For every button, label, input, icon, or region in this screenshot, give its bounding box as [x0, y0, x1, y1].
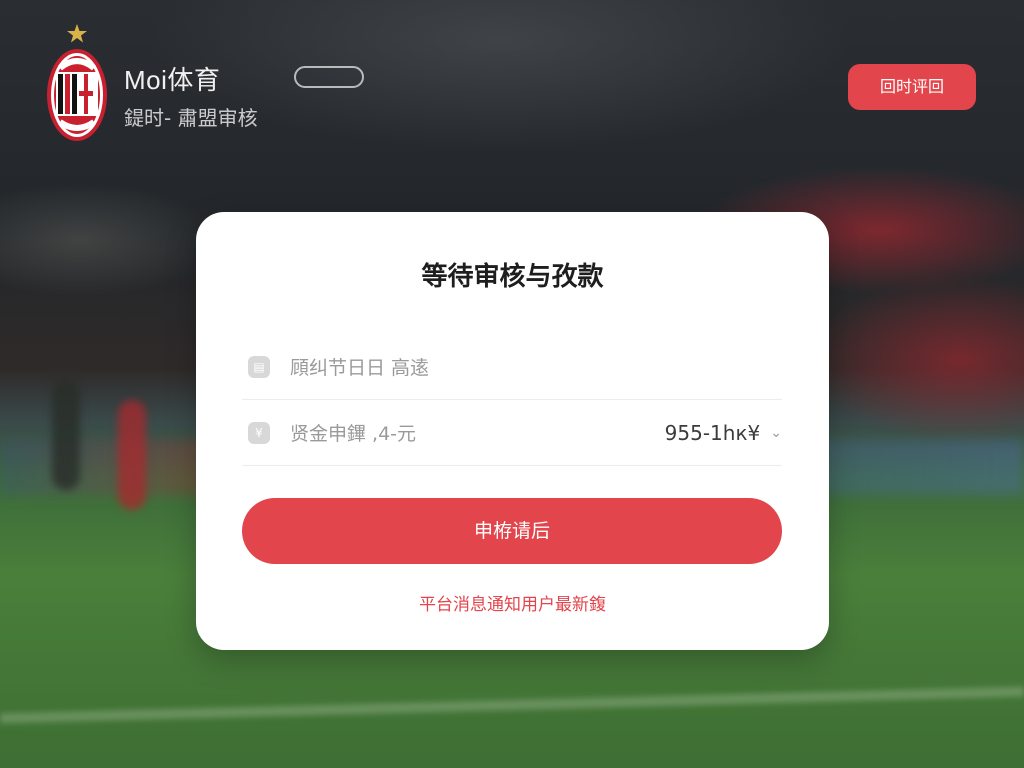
amount-value: 955-1hк¥: [664, 420, 761, 445]
submit-button[interactable]: 申栫请后: [242, 498, 782, 564]
amount-row[interactable]: ¥ 贤金申鏎 ,4-元 955-1hк¥ ⌄: [242, 400, 782, 466]
player-silhouette: [118, 400, 146, 510]
top-right-button[interactable]: 回时评回: [848, 64, 976, 110]
notice-link[interactable]: 平台消息通知用户最新鍑: [196, 590, 829, 615]
money-bag-icon: ¥: [248, 421, 270, 444]
info-row[interactable]: ▤ 頋纠节日日 高逺: [242, 334, 782, 400]
player-silhouette: [52, 380, 80, 490]
pitch-line: [0, 686, 1024, 724]
chevron-down-icon[interactable]: ⌄: [770, 425, 782, 441]
review-card: 等待审核与孜款 ▤ 頋纠节日日 高逺 ¥ 贤金申鏎 ,4-元 955-1hк¥ …: [196, 212, 829, 650]
id-card-icon: ▤: [248, 355, 270, 378]
brand-subtitle: 鍉时- 肅盟审核: [124, 106, 258, 130]
brand-badge: [294, 66, 364, 88]
info-row-label: 頋纠节日日 高逺: [290, 357, 430, 379]
club-crest-logo: [47, 24, 107, 141]
amount-row-label: 贤金申鏎 ,4-元: [290, 423, 417, 445]
brand-title: Moi体育: [124, 65, 221, 95]
card-title: 等待审核与孜款: [421, 262, 604, 292]
